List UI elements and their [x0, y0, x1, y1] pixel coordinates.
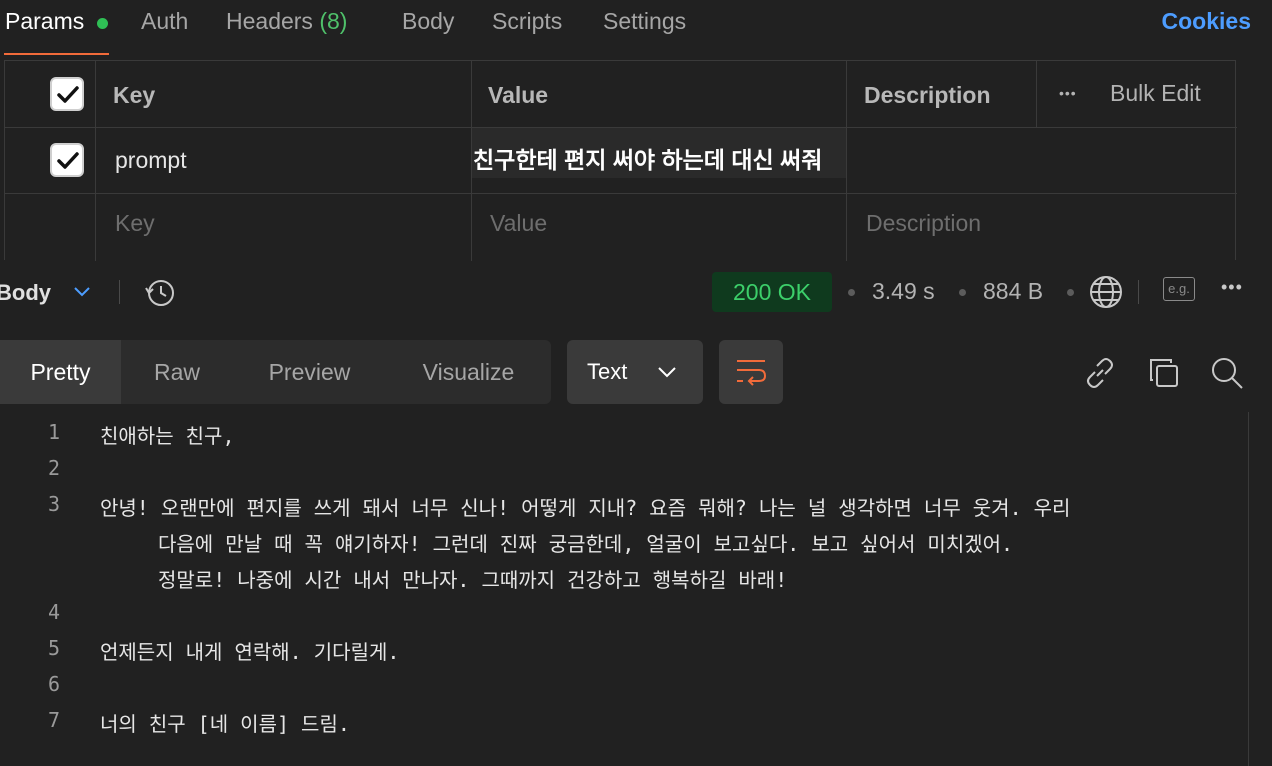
- row-enable-checkbox[interactable]: [50, 143, 84, 177]
- code-line: 안녕! 오랜만에 편지를 쓰게 돼서 너무 신나! 어떻게 지내? 요즘 뭐해?…: [100, 496, 1071, 520]
- headers-count: (8): [319, 8, 348, 34]
- response-size[interactable]: 884 B: [983, 278, 1043, 305]
- line-number: 7: [47, 708, 60, 732]
- code-line: 친애하는 친구,: [100, 424, 235, 448]
- divider: [95, 61, 96, 261]
- tab-visualize[interactable]: Visualize: [386, 340, 551, 404]
- column-header-value: Value: [488, 82, 549, 108]
- response-body-label[interactable]: Body: [0, 280, 51, 306]
- view-mode-tabs: Pretty Raw Preview Visualize: [0, 340, 551, 404]
- wrap-lines-icon: [737, 360, 767, 386]
- tab-settings[interactable]: Settings: [603, 8, 686, 35]
- tab-scripts[interactable]: Scripts: [492, 8, 562, 35]
- code-line: 언제든지 내게 연락해. 기다릴게.: [100, 640, 400, 664]
- divider: [846, 61, 847, 261]
- check-icon: [57, 86, 79, 103]
- more-options-icon[interactable]: •••: [1059, 85, 1077, 101]
- status-badge[interactable]: 200 OK: [712, 272, 832, 312]
- history-icon[interactable]: [143, 276, 177, 310]
- column-header-key: Key: [113, 82, 156, 108]
- tab-preview[interactable]: Preview: [233, 340, 386, 404]
- tab-headers-label: Headers: [226, 8, 313, 34]
- params-table: Key Value Description ••• Bulk Edit prom…: [4, 60, 1237, 261]
- format-select[interactable]: Text: [567, 340, 703, 404]
- response-time[interactable]: 3.49 s: [872, 278, 935, 305]
- separator-dot: [848, 289, 855, 296]
- line-number: 5: [47, 636, 60, 660]
- globe-icon[interactable]: [1089, 275, 1123, 309]
- line-number: 1: [47, 420, 60, 444]
- link-icon[interactable]: [1083, 356, 1117, 390]
- response-bar: Body 200 OK 3.49 s 884 B e.g. •••: [0, 262, 1272, 324]
- new-key-input[interactable]: Key: [115, 210, 155, 237]
- tab-body[interactable]: Body: [402, 8, 454, 35]
- separator-dot: [1067, 289, 1074, 296]
- chevron-down-icon: [658, 367, 676, 378]
- line-number: 3: [47, 492, 60, 516]
- more-options-icon[interactable]: •••: [1221, 277, 1243, 298]
- new-value-input[interactable]: Value: [490, 210, 547, 237]
- params-active-dot: [97, 18, 108, 29]
- search-icon[interactable]: [1210, 356, 1244, 390]
- tab-raw[interactable]: Raw: [121, 340, 233, 404]
- tab-pretty[interactable]: Pretty: [0, 340, 121, 404]
- separator-dot: [959, 289, 966, 296]
- param-value-cell[interactable]: 친구한테 편지 써야 하는데 대신 써줘: [473, 141, 822, 175]
- divider: [1138, 280, 1139, 304]
- tab-params[interactable]: Params: [5, 8, 84, 35]
- chevron-down-icon[interactable]: [72, 284, 92, 298]
- check-icon: [57, 152, 79, 169]
- bulk-edit-button[interactable]: Bulk Edit: [1110, 80, 1201, 107]
- param-key-cell[interactable]: prompt: [115, 147, 187, 174]
- divider: [1036, 61, 1037, 127]
- tab-auth[interactable]: Auth: [141, 8, 188, 35]
- request-tabs: Params Auth Headers (8) Body Scripts Set…: [0, 0, 1272, 58]
- line-number: 2: [47, 456, 60, 480]
- select-all-checkbox[interactable]: [50, 77, 84, 111]
- copy-icon[interactable]: [1147, 356, 1181, 390]
- code-line-wrapped: 다음에 만날 때 꼭 얘기하자! 그런데 진짜 궁금한데, 얼굴이 보고싶다. …: [158, 532, 1014, 556]
- code-line: 너의 친구 [네 이름] 드림.: [100, 712, 350, 736]
- code-line-wrapped: 정말로! 나중에 시간 내서 만나자. 그때까지 건강하고 행복하길 바래!: [158, 568, 788, 592]
- cookies-link[interactable]: Cookies: [1162, 8, 1251, 35]
- tab-headers[interactable]: Headers (8): [226, 8, 347, 35]
- wrap-lines-button[interactable]: [719, 340, 783, 404]
- column-header-description: Description: [864, 82, 991, 108]
- response-body-viewer[interactable]: 1 친애하는 친구, 2 3 안녕! 오랜만에 편지를 쓰게 돼서 너무 신나!…: [0, 412, 1248, 766]
- divider: [5, 193, 1237, 194]
- save-example-icon[interactable]: e.g.: [1163, 277, 1195, 301]
- active-tab-underline: [4, 53, 109, 55]
- line-number: 6: [47, 672, 60, 696]
- new-description-input[interactable]: Description: [866, 210, 981, 237]
- format-select-value: Text: [587, 359, 628, 384]
- divider: [119, 280, 120, 304]
- line-number: 4: [47, 600, 60, 624]
- scrollbar[interactable]: [1248, 412, 1272, 766]
